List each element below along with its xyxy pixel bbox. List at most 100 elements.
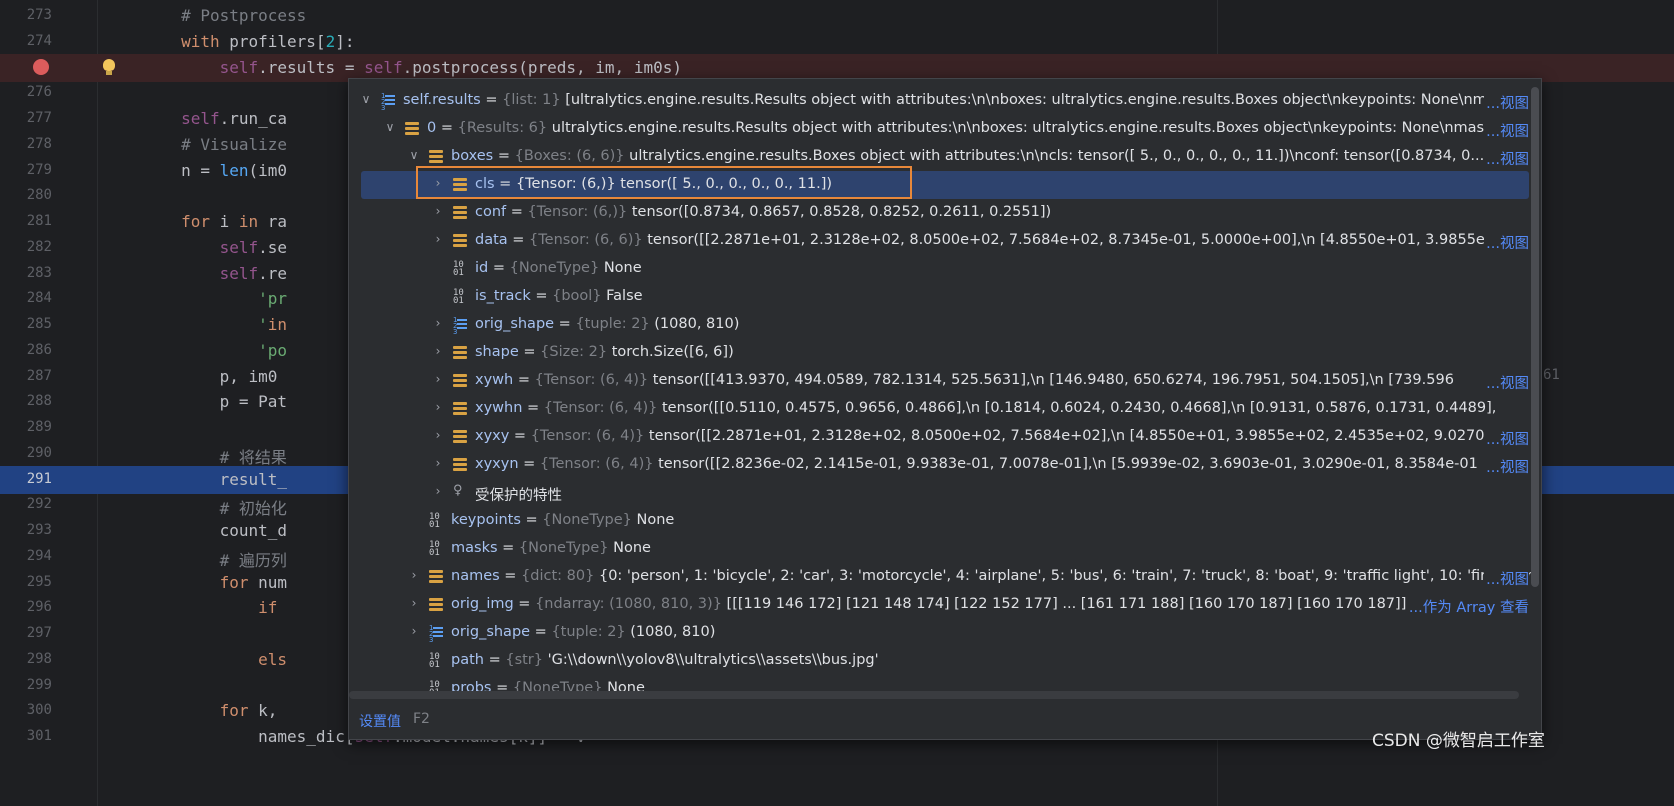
variable-type: {Results: 6} xyxy=(457,120,548,136)
line-number: 276 xyxy=(26,84,52,101)
variable-row-[interactable]: › ♀ 受保护的特性 xyxy=(349,479,1529,507)
equals-sign: = xyxy=(509,428,531,444)
variable-row-path[interactable]: 10 01 path = {str} 'G:\\down\\yolov8\\ultr… xyxy=(349,647,1529,675)
variable-row-xywh[interactable]: › xywh = {Tensor: (6, 4)} tensor([[413.93… xyxy=(349,367,1529,395)
variable-text: path = {str} 'G:\\down\\yolov8\\ultralyt… xyxy=(451,652,879,668)
chevron-right-icon[interactable]: › xyxy=(433,485,443,497)
chevron-right-icon[interactable]: › xyxy=(433,401,443,413)
view-link[interactable]: ...作为 Array 查看 xyxy=(1406,596,1529,617)
lightbulb-icon[interactable] xyxy=(103,59,115,75)
chevron-right-icon[interactable]: › xyxy=(433,373,443,385)
code-text: # 将结果 xyxy=(104,447,287,467)
field-icon xyxy=(453,401,467,417)
variable-value: None xyxy=(603,260,642,276)
variable-row-xywhn[interactable]: › xywhn = {Tensor: (6, 4)} tensor([[0.511… xyxy=(349,395,1529,423)
chevron-down-icon[interactable]: ∨ xyxy=(409,149,419,161)
list-icon: 123 xyxy=(453,317,467,336)
set-value-link[interactable]: 设置值 xyxy=(359,711,401,731)
view-link[interactable]: ...视图 xyxy=(1484,428,1529,449)
view-link[interactable]: ...视图 xyxy=(1484,456,1529,477)
variable-value: tensor([[2.2871e+01, 2.3128e+02, 8.0500e… xyxy=(648,428,1494,444)
chevron-right-icon[interactable]: › xyxy=(433,317,443,329)
variable-row-keypoints[interactable]: 10 01 keypoints = {NoneType} None xyxy=(349,507,1529,535)
chevron-right-icon[interactable]: › xyxy=(433,233,443,245)
variable-row-orig_shape[interactable]: › 1 2 3 orig_shape = {tuple: 2} (1080, 810) xyxy=(349,619,1529,647)
chevron-right-icon[interactable]: › xyxy=(433,345,443,357)
variable-value: 'G:\\down\\yolov8\\ultralytics\\assets\\… xyxy=(547,652,879,668)
chevron-right-icon[interactable]: › xyxy=(433,429,443,441)
chevron-down-icon[interactable]: ∨ xyxy=(361,93,371,105)
view-link[interactable]: ...视图 xyxy=(1484,232,1529,253)
variable-value: [[[119 146 172] [121 148 174] [122 152 1… xyxy=(726,596,1426,612)
chevron-right-icon[interactable]: › xyxy=(433,205,443,217)
view-link[interactable]: ...视图 xyxy=(1484,148,1529,169)
chevron-down-icon[interactable]: ∨ xyxy=(385,121,395,133)
variable-text: xyxyn = {Tensor: (6, 4)} tensor([[2.8236… xyxy=(475,456,1478,472)
line-number: 295 xyxy=(26,573,52,590)
view-link[interactable]: ...视图 xyxy=(1484,92,1529,113)
variable-row-orig_shape[interactable]: › 1 2 3 orig_shape = {tuple: 2} (1080, 810) xyxy=(349,311,1529,339)
line-number: 286 xyxy=(26,341,52,358)
line-number: 281 xyxy=(26,213,52,229)
line-number: 292 xyxy=(26,496,52,513)
variable-type: {NoneType} xyxy=(509,260,600,276)
variable-text: id = {NoneType} None xyxy=(475,260,642,276)
line-number: 290 xyxy=(26,444,52,461)
list-icon: 123 xyxy=(381,93,395,112)
code-text: 'in xyxy=(258,315,288,334)
vertical-scrollbar[interactable] xyxy=(1531,87,1539,587)
field-icon xyxy=(453,373,467,389)
variable-row-shape[interactable]: › shape = {Size: 2} torch.Size([6, 6]) xyxy=(349,339,1529,367)
line-number: 274 xyxy=(26,32,52,49)
variable-row-xyxyn[interactable]: › xyxyn = {Tensor: (6, 4)} tensor([[2.823… xyxy=(349,451,1529,479)
line-number: 297 xyxy=(26,625,52,641)
variable-value: tensor([0.8734, 0.8657, 0.8528, 0.8252, … xyxy=(631,204,1052,220)
code-line[interactable]: 274 with profilers[2]: xyxy=(0,28,1674,56)
variable-row-is_track[interactable]: 10 01 is_track = {bool} False xyxy=(349,283,1529,311)
view-link[interactable]: ...视图 xyxy=(1484,568,1529,589)
field-icon xyxy=(429,149,443,165)
code-text: 'po xyxy=(258,340,288,360)
horizontal-scrollbar[interactable] xyxy=(349,691,1519,699)
variable-value: torch.Size([6, 6]) xyxy=(611,344,734,360)
primitive-icon: 1001 xyxy=(429,512,440,530)
breakpoint-icon[interactable] xyxy=(33,59,49,75)
field-icon xyxy=(453,345,467,361)
variable-type: {tuple: 2} xyxy=(551,624,626,640)
variable-type: {NoneType} xyxy=(542,512,632,528)
variable-row-id[interactable]: 10 01 id = {NoneType} None xyxy=(349,255,1529,283)
code-text: for k, xyxy=(219,701,278,721)
variable-row-data[interactable]: › data = {Tensor: (6, 6)} tensor([[2.2871… xyxy=(349,227,1529,255)
view-link[interactable]: ...视图 xyxy=(1484,120,1529,141)
chevron-right-icon[interactable]: › xyxy=(433,457,443,469)
variable-text: is_track = {bool} False xyxy=(475,288,643,304)
variable-row-conf[interactable]: › conf = {Tensor: (6,)} tensor([0.8734, 0… xyxy=(349,199,1529,227)
variable-type: {Tensor: (6, 6)} xyxy=(529,232,643,248)
variable-text: keypoints = {NoneType} None xyxy=(451,512,674,528)
variable-name: 受保护的特性 xyxy=(475,488,562,504)
variable-name: xywhn xyxy=(475,400,523,416)
variable-value: {0: 'person', 1: 'bicycle', 2: 'car', 3:… xyxy=(598,568,1533,584)
variable-name: orig_shape xyxy=(451,624,531,640)
variable-type: {Tensor: (6, 4)} xyxy=(534,372,649,388)
variable-row-names[interactable]: › names = {dict: 80} {0: 'person', 1: 'bi… xyxy=(349,563,1533,591)
line-number: 287 xyxy=(26,367,52,384)
variable-row-xyxy[interactable]: › xyxy = {Tensor: (6, 4)} tensor([[2.2871… xyxy=(349,423,1529,451)
equals-sign: = xyxy=(499,568,522,584)
variable-row-0[interactable]: ∨ 0 = {Results: 6} ultralytics.engine.res… xyxy=(349,115,1529,143)
variable-name: boxes xyxy=(451,148,494,164)
line-number: 285 xyxy=(26,316,52,332)
variable-name: masks xyxy=(451,540,498,556)
chevron-right-icon[interactable]: › xyxy=(409,625,419,637)
view-link[interactable]: ...视图 xyxy=(1484,372,1529,393)
variable-row-selfresults[interactable]: ∨ 1 2 3 self.results = {list: 1} [ultralytic… xyxy=(349,87,1529,115)
variable-row-masks[interactable]: 10 01 masks = {NoneType} None xyxy=(349,535,1529,563)
chevron-right-icon[interactable]: › xyxy=(409,569,419,581)
line-number: 277 xyxy=(26,110,52,126)
field-icon xyxy=(429,569,443,585)
code-line[interactable]: 273 # Postprocess xyxy=(0,2,1674,30)
variable-row-orig_img[interactable]: › orig_img = {ndarray: (1080, 810, 3)} [[… xyxy=(349,591,1529,619)
equals-sign: = xyxy=(497,540,519,556)
code-text: # Visualize xyxy=(104,134,288,154)
chevron-right-icon[interactable]: › xyxy=(409,597,419,609)
